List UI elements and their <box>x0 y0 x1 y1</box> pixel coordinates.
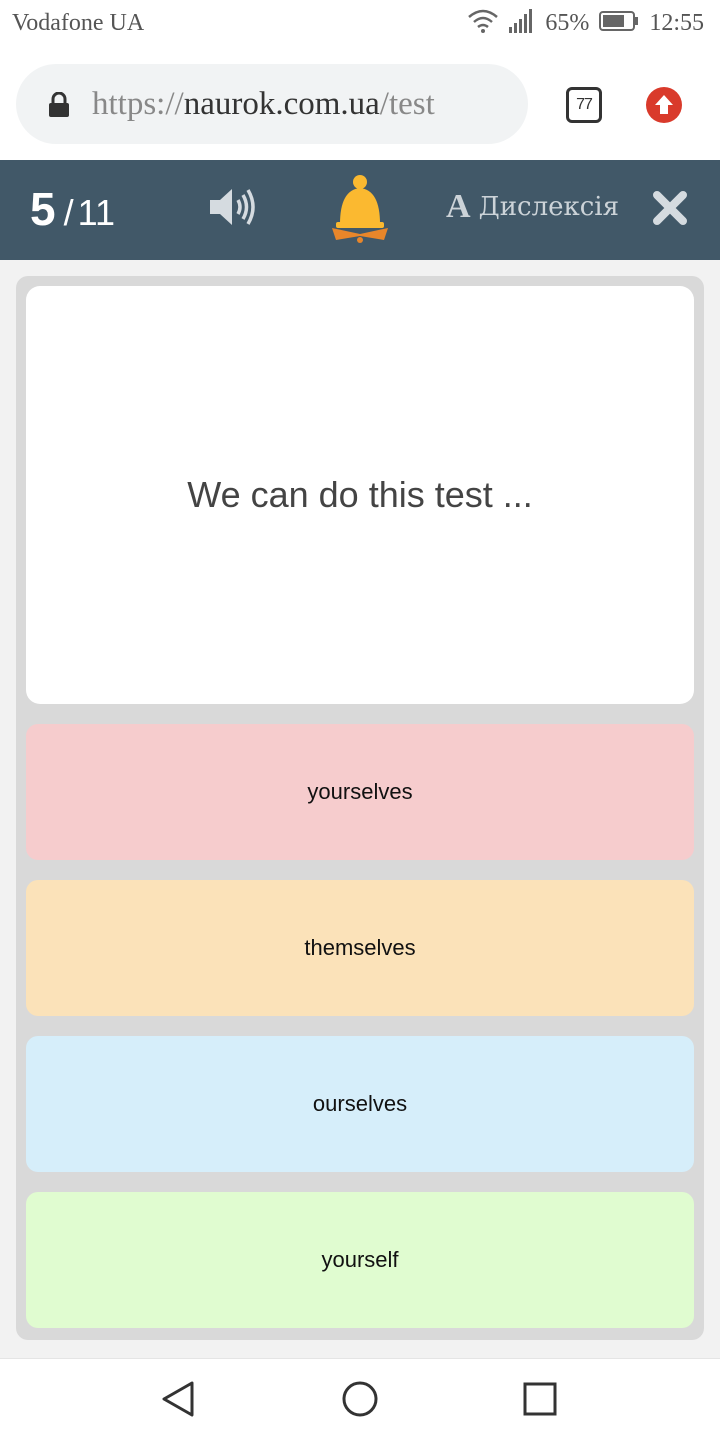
url-text[interactable]: https://naurok.com.ua/test <box>92 84 520 124</box>
url-host: naurok.com.ua <box>183 86 380 122</box>
total-questions: 11 <box>77 192 115 233</box>
address-bar[interactable]: https://naurok.com.ua/test <box>16 64 528 144</box>
status-icons: 65% 12:55 <box>467 8 704 39</box>
question-card: We can do this test ... <box>26 286 694 704</box>
recent-apps-icon[interactable] <box>520 1379 560 1424</box>
close-icon[interactable] <box>652 190 688 231</box>
wifi-icon <box>467 8 499 39</box>
progress-separator: / <box>63 192 74 233</box>
answer-option[interactable]: yourself <box>26 1192 694 1328</box>
dyslexia-label: Дислексія <box>478 192 620 222</box>
clock: 12:55 <box>649 10 704 36</box>
answer-option[interactable]: themselves <box>26 880 694 1016</box>
answer-option[interactable]: yourselves <box>26 724 694 860</box>
battery-percent: 65% <box>545 10 590 36</box>
answer-label: ourselves <box>312 1091 408 1116</box>
browser-toolbar: https://naurok.com.ua/test 77 <box>0 50 720 160</box>
question-progress: 5/11 <box>30 182 115 236</box>
lock-icon <box>48 91 70 123</box>
arrow-up-icon[interactable] <box>646 87 682 123</box>
current-question: 5 <box>30 183 56 235</box>
dyslexia-toggle[interactable]: A Дислексія <box>446 188 619 226</box>
answer-label: yourself <box>321 1247 399 1272</box>
answer-label: themselves <box>304 935 416 960</box>
battery-icon <box>599 10 639 37</box>
signal-icon <box>509 9 535 38</box>
bell-icon[interactable] <box>330 174 390 251</box>
answer-label: yourselves <box>307 779 413 804</box>
url-path: /test <box>379 86 435 122</box>
back-icon[interactable] <box>158 1379 198 1424</box>
answer-option[interactable]: ourselves <box>26 1036 694 1172</box>
tab-switcher-button[interactable]: 77 <box>566 87 602 123</box>
status-bar: Vodafone UA 65% 12:55 <box>0 0 720 50</box>
system-nav-bar <box>0 1358 720 1440</box>
question-text: We can do this test ... <box>187 474 533 515</box>
home-icon[interactable] <box>340 1379 380 1424</box>
carrier-name: Vodafone UA <box>12 10 145 36</box>
speaker-icon[interactable] <box>208 186 258 233</box>
dyslexia-font-icon: A <box>446 188 471 225</box>
url-scheme: https:// <box>92 86 184 122</box>
